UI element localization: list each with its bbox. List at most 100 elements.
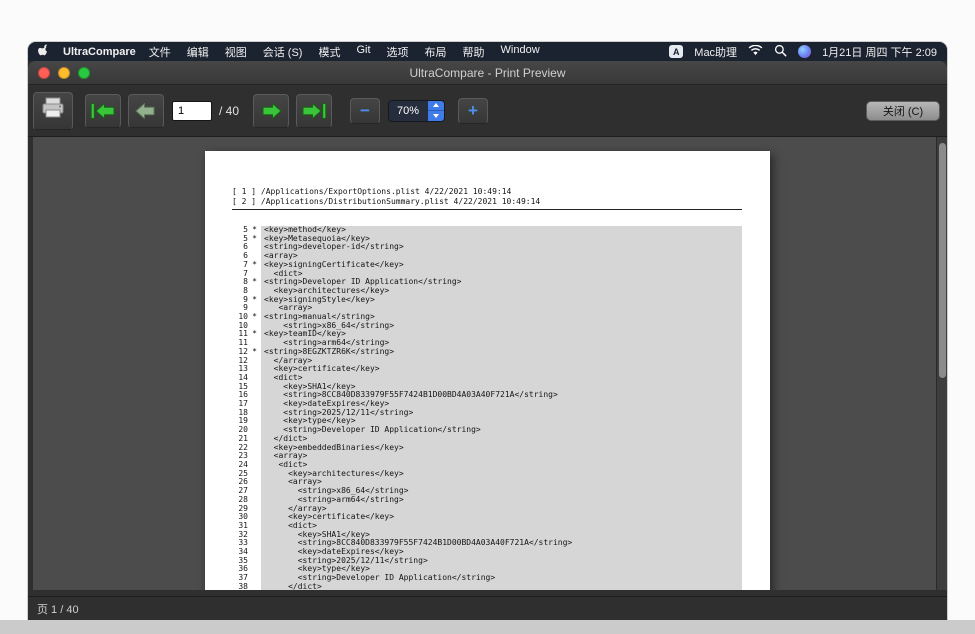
preview-area: [ 1 ] /Applications/ExportOptions.plist … (28, 137, 947, 596)
input-source-badge[interactable]: A (669, 45, 683, 58)
code-line: 10*<string>manual</string> (232, 313, 742, 322)
code-line: 7*<key>signingCertificate</key> (232, 261, 742, 270)
menu-item[interactable]: 帮助 (463, 44, 485, 60)
code-line: 11 <string>arm64</string> (232, 339, 742, 348)
window-minimize-button[interactable] (58, 67, 70, 79)
zoom-level-value: 70% (389, 101, 428, 121)
print-preview-toolbar: / 40 − 70% + 关闭 (C) (28, 85, 947, 137)
code-line: 27 <string>x86_64</string> (232, 487, 742, 496)
print-button[interactable] (33, 92, 73, 130)
desktop-bottom-edge (0, 620, 975, 634)
window-status-bar: 页 1 / 40 (28, 596, 947, 620)
menu-bar-status-area: A Mac助理 1月21日 周四 下午 2:09 (669, 44, 937, 60)
printer-icon (41, 97, 65, 124)
page-total-label: / 40 (219, 104, 239, 118)
code-line: 26 <array> (232, 478, 742, 487)
preview-canvas: [ 1 ] /Applications/ExportOptions.plist … (33, 137, 936, 590)
code-line: 33 <string>8CC840D833979F55F7424B1D00BD4… (232, 539, 742, 548)
wifi-icon[interactable] (748, 45, 763, 59)
apple-menu-icon[interactable] (38, 43, 50, 60)
page-number-input[interactable] (172, 101, 212, 121)
stepper-up-icon[interactable] (428, 101, 444, 112)
code-line: 23 <array> (232, 452, 742, 461)
menu-app-name[interactable]: UltraCompare (63, 46, 136, 58)
code-line: 13 <key>certificate</key> (232, 365, 742, 374)
code-line: 37 <string>Developer ID Application</str… (232, 574, 742, 583)
code-line: 17 <key>dateExpires</key> (232, 400, 742, 409)
zoom-in-button[interactable]: + (458, 98, 488, 124)
code-line: 32 <key>SHA1</key> (232, 531, 742, 540)
code-line: 28 <string>arm64</string> (232, 496, 742, 505)
code-line: 36 <key>type</key> (232, 565, 742, 574)
menu-item[interactable]: 会话 (S) (263, 44, 303, 60)
last-page-button[interactable] (296, 94, 332, 128)
code-line: 6<array> (232, 252, 742, 261)
code-line: 21 </dict> (232, 435, 742, 444)
window-title-bar: UltraCompare - Print Preview (28, 61, 947, 85)
code-lines: 5*<key>method</key>5*<key>Metasequoia</k… (232, 226, 742, 590)
next-page-button[interactable] (253, 94, 289, 128)
first-page-button[interactable] (85, 94, 121, 128)
zoom-out-button[interactable]: − (350, 98, 380, 124)
scrollbar-thumb[interactable] (939, 143, 946, 378)
code-line: 8 <key>architectures</key> (232, 287, 742, 296)
last-page-icon (301, 101, 327, 121)
code-line: 15 <key>SHA1</key> (232, 383, 742, 392)
spotlight-search-icon[interactable] (774, 44, 787, 60)
stepper-down-icon[interactable] (428, 111, 444, 121)
zoom-in-plus-icon: + (468, 102, 478, 119)
page-status-label: 页 1 / 40 (37, 601, 79, 617)
menu-item[interactable]: Window (501, 44, 540, 60)
menu-item[interactable]: Git (356, 44, 370, 60)
file-header-line: [ 2 ] /Applications/DistributionSummary.… (232, 197, 742, 207)
window-controls (38, 67, 90, 79)
print-preview-page: [ 1 ] /Applications/ExportOptions.plist … (205, 151, 770, 590)
menu-item[interactable]: 模式 (318, 44, 340, 60)
header-divider (232, 209, 742, 210)
menu-bar: UltraCompare 文件编辑视图会话 (S) 模式 Git 选项布局帮助 Wind… (28, 42, 947, 61)
code-line: 34 <key>dateExpires</key> (232, 548, 742, 557)
zoom-out-minus-icon: − (360, 102, 370, 119)
code-line: 5*<key>method</key> (232, 226, 742, 235)
code-line: 7 <dict> (232, 270, 742, 279)
page-header-lines: [ 1 ] /Applications/ExportOptions.plist … (232, 187, 742, 206)
code-line: 16 <string>8CC840D833979F55F7424B1D00BD4… (232, 391, 742, 400)
zoom-level-select[interactable]: 70% (388, 100, 445, 122)
previous-page-icon (133, 101, 159, 121)
code-line: 35 <string>2025/12/11</string> (232, 557, 742, 566)
code-line: 5*<key>Metasequoia</key> (232, 235, 742, 244)
code-line: 29 </array> (232, 505, 742, 514)
code-line: 8*<string>Developer ID Application</stri… (232, 278, 742, 287)
code-line: 22 <key>embeddedBinaries</key> (232, 444, 742, 453)
code-line: 9*<key>signingStyle</key> (232, 296, 742, 305)
menu-item[interactable]: 视图 (225, 44, 247, 60)
desktop: UltraCompare 文件编辑视图会话 (S) 模式 Git 选项布局帮助 Wind… (28, 42, 947, 620)
code-line: 31 <dict> (232, 522, 742, 531)
menu-items: 文件编辑视图会话 (S) 模式 Git 选项布局帮助 Window (149, 44, 540, 60)
window-zoom-button[interactable] (78, 67, 90, 79)
code-line: 19 <key>type</key> (232, 417, 742, 426)
window-close-button[interactable] (38, 67, 50, 79)
siri-icon[interactable] (798, 45, 811, 58)
code-line: 18 <string>2025/12/11</string> (232, 409, 742, 418)
code-line: 12*<string>8EGZKTZR6K</string> (232, 348, 742, 357)
menu-item[interactable]: 编辑 (187, 44, 209, 60)
assistant-status-label[interactable]: Mac助理 (694, 44, 737, 60)
previous-page-button[interactable] (128, 94, 164, 128)
code-line: 20 <string>Developer ID Application</str… (232, 426, 742, 435)
code-line: 10 <string>x86_64</string> (232, 322, 742, 331)
close-preview-button[interactable]: 关闭 (C) (866, 101, 940, 121)
code-line: 9 <array> (232, 304, 742, 313)
menu-item[interactable]: 选项 (387, 44, 409, 60)
preview-scrollbar[interactable] (936, 137, 947, 590)
next-page-icon (258, 101, 284, 121)
file-header-line: [ 1 ] /Applications/ExportOptions.plist … (232, 187, 742, 197)
menu-item[interactable]: 文件 (149, 44, 171, 60)
code-line: 25 <key>architectures</key> (232, 470, 742, 479)
code-line: 6<string>developer-id</string> (232, 243, 742, 252)
zoom-stepper[interactable] (428, 101, 444, 121)
menu-bar-clock[interactable]: 1月21日 周四 下午 2:09 (822, 44, 937, 60)
page-content: [ 1 ] /Applications/ExportOptions.plist … (205, 151, 770, 590)
menu-item[interactable]: 布局 (425, 44, 447, 60)
code-line: 14 <dict> (232, 374, 742, 383)
